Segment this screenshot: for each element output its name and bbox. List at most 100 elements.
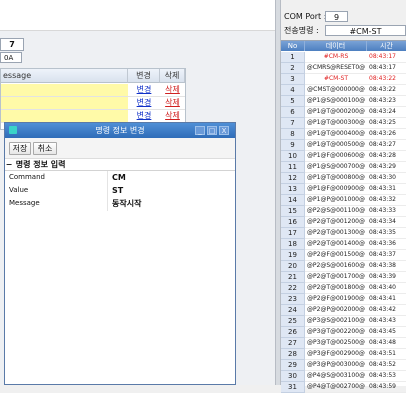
log-row-data: @P2@F@001500@ xyxy=(305,250,367,261)
log-row-time: 08:43:40 xyxy=(367,283,406,294)
column-header-data[interactable]: 데이터 xyxy=(305,41,367,51)
property-value[interactable]: CM xyxy=(112,171,126,184)
save-button[interactable]: 저장 xyxy=(9,142,31,155)
log-row-number: 8 xyxy=(281,129,305,140)
column-header-no[interactable]: No xyxy=(281,41,305,51)
log-row-data: @P1@F@000900@ xyxy=(305,184,367,195)
log-row[interactable]: 23 @P2@F@001900@ 08:43:41 xyxy=(281,294,406,305)
hex-field[interactable]: 0A xyxy=(0,52,22,63)
log-row[interactable]: 15 @P2@S@001100@ 08:43:33 xyxy=(281,206,406,217)
com-port-label: COM Port : xyxy=(284,12,327,21)
log-row[interactable]: 6 @P1@T@000200@ 08:43:24 xyxy=(281,107,406,118)
minimize-icon[interactable]: _ xyxy=(195,126,205,135)
log-table: No 데이터 시간 1 #CM-RS 08:43:17 2 @CMRS@RESET0@ 0… xyxy=(281,40,406,393)
edit-link[interactable]: 변경 xyxy=(128,110,160,122)
log-row-time: 08:43:32 xyxy=(367,195,406,206)
log-row-number: 25 xyxy=(281,316,305,327)
log-row[interactable]: 11 @P1@S@000700@ 08:43:29 xyxy=(281,162,406,173)
grid-header-delete[interactable]: 삭제 xyxy=(160,69,185,83)
log-row-time: 08:43:38 xyxy=(367,261,406,272)
grid-row[interactable]: 변경 삭제 xyxy=(1,97,185,110)
grid-header-message[interactable]: essage xyxy=(1,69,128,83)
property-value[interactable]: 동작시작 xyxy=(112,197,141,210)
log-row[interactable]: 30 @P4@S@003100@ 08:43:53 xyxy=(281,371,406,382)
log-row[interactable]: 13 @P1@F@000900@ 08:43:31 xyxy=(281,184,406,195)
property-row-value[interactable]: Value ST xyxy=(5,184,235,197)
log-row-data: @P2@T@001200@ xyxy=(305,217,367,228)
delete-link[interactable]: 삭제 xyxy=(160,97,185,109)
cancel-button[interactable]: 취소 xyxy=(33,142,57,155)
collapse-icon[interactable]: − xyxy=(5,159,13,170)
log-row[interactable]: 18 @P2@T@001400@ 08:43:36 xyxy=(281,239,406,250)
log-row[interactable]: 1 #CM-RS 08:43:17 xyxy=(281,52,406,63)
log-row-number: 11 xyxy=(281,162,305,173)
log-row-time: 08:43:43 xyxy=(367,316,406,327)
log-row-number: 6 xyxy=(281,107,305,118)
log-row[interactable]: 14 @P1@P@001000@ 08:43:32 xyxy=(281,195,406,206)
command-grid: essage 변경 삭제 변경 삭제 변경 삭제 변경 삭제 xyxy=(0,68,186,130)
dialog-toolbar: 저장 취소 xyxy=(5,138,235,159)
dialog-title-bar[interactable]: 명령 정보 변경 _ □ X xyxy=(5,123,235,138)
log-row-number: 4 xyxy=(281,85,305,96)
log-row[interactable]: 31 @P4@T@002700@ 08:43:59 xyxy=(281,382,406,393)
log-row[interactable]: 17 @P2@T@001300@ 08:43:35 xyxy=(281,228,406,239)
log-row[interactable]: 22 @P2@T@001800@ 08:43:40 xyxy=(281,283,406,294)
send-command-field[interactable]: #CM-ST xyxy=(325,25,406,36)
log-row-number: 7 xyxy=(281,118,305,129)
delete-link[interactable]: 삭제 xyxy=(160,84,185,96)
log-row-data: @P3@T@002500@ xyxy=(305,338,367,349)
property-row-message[interactable]: Message 동작시작 xyxy=(5,197,235,210)
log-row-data: @P1@T@000200@ xyxy=(305,107,367,118)
log-row-number: 10 xyxy=(281,151,305,162)
log-row[interactable]: 2 @CMRS@RESET0@ 08:43:17 xyxy=(281,63,406,74)
close-icon[interactable]: X xyxy=(219,126,229,135)
delete-link[interactable]: 삭제 xyxy=(160,110,185,122)
log-row[interactable]: 26 @P3@T@002200@ 08:43:45 xyxy=(281,327,406,338)
log-row[interactable]: 7 @P1@T@000300@ 08:43:25 xyxy=(281,118,406,129)
log-row[interactable]: 12 @P1@T@000800@ 08:43:30 xyxy=(281,173,406,184)
grid-message-cell[interactable] xyxy=(1,97,128,109)
property-row-command[interactable]: Command CM xyxy=(5,171,235,184)
edit-link[interactable]: 변경 xyxy=(128,84,160,96)
log-row[interactable]: 19 @P2@F@001500@ 08:43:37 xyxy=(281,250,406,261)
log-row[interactable]: 24 @P2@P@002000@ 08:43:42 xyxy=(281,305,406,316)
log-row-number: 17 xyxy=(281,228,305,239)
log-row[interactable]: 20 @P2@S@001600@ 08:43:38 xyxy=(281,261,406,272)
column-header-time[interactable]: 시간 xyxy=(367,41,406,51)
log-row-number: 23 xyxy=(281,294,305,305)
log-row[interactable]: 3 #CM-ST 08:43:22 xyxy=(281,74,406,85)
grid-row[interactable]: 변경 삭제 xyxy=(1,84,185,97)
log-row[interactable]: 9 @P1@T@000500@ 08:43:27 xyxy=(281,140,406,151)
log-row[interactable]: 8 @P1@T@000400@ 08:43:26 xyxy=(281,129,406,140)
log-row[interactable]: 10 @P1@F@000600@ 08:43:28 xyxy=(281,151,406,162)
grid-header-edit[interactable]: 변경 xyxy=(128,69,160,83)
log-row-time: 08:43:39 xyxy=(367,272,406,283)
maximize-icon[interactable]: □ xyxy=(207,126,217,135)
log-row[interactable]: 27 @P3@T@002500@ 08:43:48 xyxy=(281,338,406,349)
property-section-header[interactable]: − 명령 정보 입력 xyxy=(5,159,235,171)
log-row-number: 31 xyxy=(281,382,305,393)
grid-message-cell[interactable] xyxy=(1,84,128,96)
property-value[interactable]: ST xyxy=(112,184,123,197)
number-field[interactable]: 7 xyxy=(0,38,24,51)
grid-message-cell[interactable] xyxy=(1,110,128,122)
log-row[interactable]: 29 @P3@P@003000@ 08:43:52 xyxy=(281,360,406,371)
log-row-data: @P2@T@001400@ xyxy=(305,239,367,250)
log-row[interactable]: 16 @P2@T@001200@ 08:43:34 xyxy=(281,217,406,228)
log-row-time: 08:43:34 xyxy=(367,217,406,228)
log-row-time: 08:43:37 xyxy=(367,250,406,261)
log-row-number: 24 xyxy=(281,305,305,316)
com-port-field[interactable]: 9 xyxy=(325,11,348,22)
log-row[interactable]: 25 @P3@S@002100@ 08:43:43 xyxy=(281,316,406,327)
log-row[interactable]: 21 @P2@T@001700@ 08:43:39 xyxy=(281,272,406,283)
log-row-number: 26 xyxy=(281,327,305,338)
edit-link[interactable]: 변경 xyxy=(128,97,160,109)
log-row-data: @P3@T@002200@ xyxy=(305,327,367,338)
log-row-time: 08:43:24 xyxy=(367,107,406,118)
log-row-data: @P4@S@003100@ xyxy=(305,371,367,382)
log-row[interactable]: 28 @P3@F@002900@ 08:43:51 xyxy=(281,349,406,360)
log-row-time: 08:43:17 xyxy=(367,63,406,74)
log-row-number: 20 xyxy=(281,261,305,272)
log-row[interactable]: 4 @CMST@000000@ 08:43:22 xyxy=(281,85,406,96)
log-row[interactable]: 5 @P1@S@000100@ 08:43:23 xyxy=(281,96,406,107)
